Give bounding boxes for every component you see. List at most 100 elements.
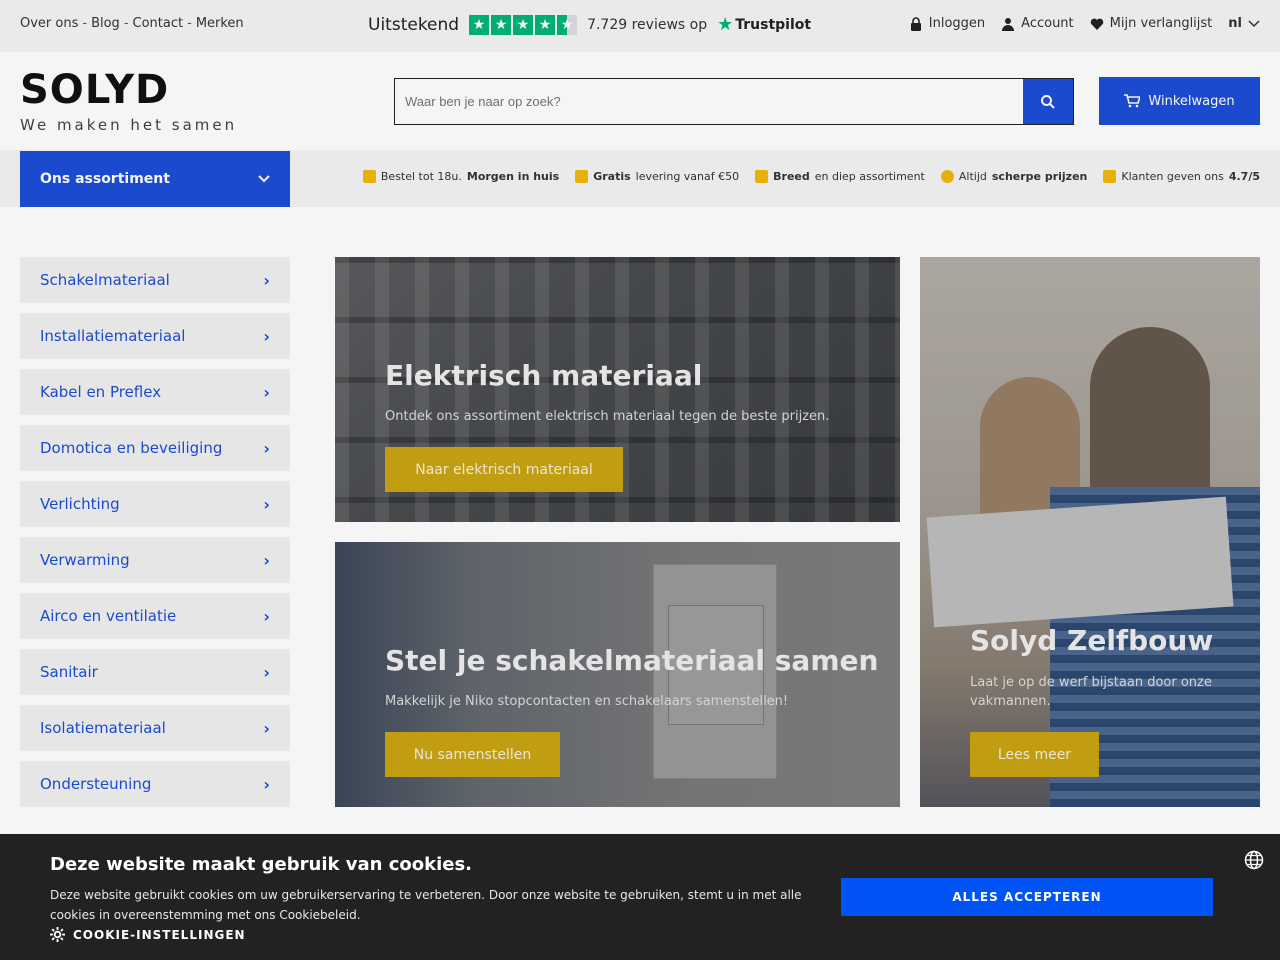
gear-icon: [50, 927, 65, 942]
category-label: Kabel en Preflex: [40, 383, 162, 401]
banner-solyd-zelfbouw[interactable]: Solyd Zelfbouw Laat je op de werf bijsta…: [920, 257, 1260, 807]
top-links: Over ons - Blog - Contact - Merken: [20, 16, 244, 31]
category-item-installatiemateriaal[interactable]: Installatiemateriaal ›: [20, 313, 290, 359]
login-label: Inloggen: [928, 16, 986, 31]
truck-icon: [575, 170, 589, 183]
category-label: Ondersteuning: [40, 775, 152, 793]
chevron-right-icon: ›: [263, 438, 270, 458]
banner-button[interactable]: Naar elektrisch materiaal: [385, 447, 623, 492]
trustpilot-rating: Uitstekend: [368, 14, 460, 35]
usp-pre: Klanten geven ons: [1121, 170, 1224, 183]
cookie-text: Deze website gebruikt cookies om uw gebr…: [50, 888, 802, 922]
usp-bold: Breed: [773, 170, 810, 183]
link-merken[interactable]: Merken: [196, 16, 244, 31]
home-icon: [362, 170, 376, 183]
chevron-right-icon: ›: [263, 494, 270, 514]
banner-subtitle: Ontdek ons assortiment elektrisch materi…: [385, 409, 830, 424]
lock-icon: [910, 16, 921, 31]
user-icon: [1002, 17, 1015, 31]
star-icon: ★: [469, 14, 490, 35]
assortment-menu-button[interactable]: Ons assortiment: [20, 151, 290, 207]
login-link[interactable]: Inloggen: [909, 16, 985, 31]
cookie-title: Deze website maakt gebruik van cookies.: [50, 854, 473, 875]
search-icon: [1041, 94, 1055, 109]
cookie-banner: Deze website maakt gebruik van cookies. …: [0, 834, 1280, 960]
banner-schakelmateriaal-samenstellen[interactable]: Stel je schakelmateriaal samen Makkelijk…: [335, 542, 900, 807]
category-item-ondersteuning[interactable]: Ondersteuning ›: [20, 761, 290, 807]
account-link[interactable]: Account: [1001, 16, 1074, 31]
chevron-right-icon: ›: [263, 606, 270, 626]
usp-bold: Gratis: [593, 170, 631, 183]
banner-title: Elektrisch materiaal: [385, 359, 703, 392]
globe-icon: [1244, 850, 1264, 870]
usp-item: Altijd scherpe prijzen: [940, 170, 1088, 183]
usp-post: levering vanaf €50: [635, 170, 740, 183]
star-icon: ★: [491, 14, 512, 35]
category-item-verlichting[interactable]: Verlichting ›: [20, 481, 290, 527]
main-header: SOLYD We maken het samen Winkelwagen: [0, 52, 1280, 150]
banner-subtitle: Makkelijk je Niko stopcontacten en schak…: [385, 694, 789, 709]
cart-label: Winkelwagen: [1148, 93, 1235, 109]
account-label: Account: [1021, 16, 1074, 31]
language-select[interactable]: nl: [1228, 16, 1260, 31]
chat-icon: [1103, 170, 1117, 183]
category-item-sanitair[interactable]: Sanitair ›: [20, 649, 290, 695]
usp-bold: scherpe prijzen: [991, 170, 1088, 183]
chevron-down-icon: [258, 175, 270, 183]
cookie-settings-button[interactable]: COOKIE-INSTELLINGEN: [50, 927, 246, 942]
trustpilot-widget[interactable]: Uitstekend ★ ★ ★ ★ ★ 7.729 reviews op ★ …: [368, 14, 811, 35]
banner-title: Stel je schakelmateriaal samen: [385, 644, 879, 677]
trustpilot-stars: ★ ★ ★ ★ ★: [469, 14, 578, 35]
category-item-kabel[interactable]: Kabel en Preflex ›: [20, 369, 290, 415]
separator: -: [82, 16, 88, 31]
separator: -: [123, 16, 129, 31]
category-item-airco[interactable]: Airco en ventilatie ›: [20, 593, 290, 639]
usp-pre: Altijd: [958, 170, 987, 183]
chevron-right-icon: ›: [263, 662, 270, 682]
category-sidebar: Schakelmateriaal › Installatiemateriaal › …: [20, 257, 290, 817]
banner-subtitle: Laat je op de werf bijstaan door onze va…: [970, 675, 1212, 709]
site-logo[interactable]: SOLYD We maken het samen: [20, 70, 238, 134]
link-blog[interactable]: Blog: [91, 16, 120, 31]
banner-button[interactable]: Nu samenstellen: [385, 732, 560, 777]
cart-button[interactable]: Winkelwagen: [1099, 77, 1260, 125]
usp-item: Klanten geven ons 4.7/5: [1103, 170, 1260, 183]
language-globe-button[interactable]: [1244, 850, 1264, 874]
category-label: Airco en ventilatie: [40, 607, 177, 625]
chevron-right-icon: ›: [263, 774, 270, 794]
trustpilot-reviews: 7.729 reviews op: [587, 16, 708, 33]
link-contact[interactable]: Contact: [133, 16, 184, 31]
trustpilot-brand: Trustpilot: [735, 16, 812, 33]
chevron-right-icon: ›: [263, 326, 270, 346]
category-label: Schakelmateriaal: [40, 271, 170, 289]
star-icon: ★: [535, 14, 556, 35]
category-label: Installatiemateriaal: [40, 327, 186, 345]
category-item-schakelmateriaal[interactable]: Schakelmateriaal ›: [20, 257, 290, 303]
banner-overlay: [920, 257, 1260, 807]
category-label: Verlichting: [40, 495, 120, 513]
cart-icon: [1124, 94, 1141, 108]
wishlist-link[interactable]: Mijn verlanglijst: [1090, 16, 1212, 31]
chevron-right-icon: ›: [263, 550, 270, 570]
trustpilot-star-icon: ★: [717, 14, 734, 35]
search-bar: [394, 78, 1074, 125]
assortment-label: Ons assortiment: [40, 171, 170, 187]
search-input[interactable]: [395, 79, 1023, 124]
logo-tagline: We maken het samen: [20, 116, 238, 134]
cookie-settings-label: COOKIE-INSTELLINGEN: [73, 927, 246, 942]
link-over-ons[interactable]: Over ons: [20, 16, 78, 31]
usp-item: Gratis levering vanaf €50: [575, 170, 739, 183]
category-item-domotica[interactable]: Domotica en beveiliging ›: [20, 425, 290, 471]
category-label: Verwarming: [40, 551, 130, 569]
nav-bar: Ons assortiment Bestel tot 18u. Morgen in…: [0, 150, 1280, 207]
chevron-right-icon: ›: [263, 718, 270, 738]
box-icon: [755, 170, 769, 183]
search-button[interactable]: [1023, 79, 1073, 124]
category-item-isolatiemateriaal[interactable]: Isolatiemateriaal ›: [20, 705, 290, 751]
accept-all-button[interactable]: ALLES ACCEPTEREN: [841, 878, 1213, 916]
category-label: Sanitair: [40, 663, 98, 681]
banner-elektrisch-materiaal[interactable]: Elektrisch materiaal Ontdek ons assortim…: [335, 257, 900, 522]
category-label: Isolatiemateriaal: [40, 719, 166, 737]
category-item-verwarming[interactable]: Verwarming ›: [20, 537, 290, 583]
banner-button[interactable]: Lees meer: [970, 732, 1099, 777]
